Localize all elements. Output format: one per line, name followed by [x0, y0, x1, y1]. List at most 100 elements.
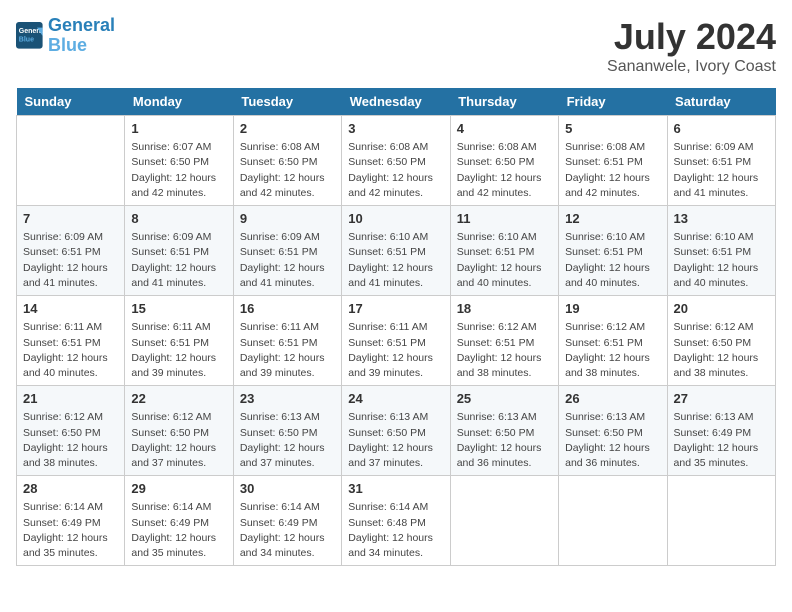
- calendar-cell: [17, 116, 125, 206]
- calendar-cell: 25 Sunrise: 6:13 AM Sunset: 6:50 PM Dayli…: [450, 386, 558, 476]
- week-row-3: 14 Sunrise: 6:11 AM Sunset: 6:51 PM Dayli…: [17, 296, 776, 386]
- week-row-1: 1 Sunrise: 6:07 AM Sunset: 6:50 PM Daylig…: [17, 116, 776, 206]
- day-info: Sunrise: 6:08 AM Sunset: 6:51 PM Dayligh…: [565, 140, 660, 201]
- logo-text: GeneralBlue: [48, 16, 115, 56]
- week-row-4: 21Sunrise: 6:12 AM Sunset: 6:50 PM Dayli…: [17, 386, 776, 476]
- calendar-cell: 5 Sunrise: 6:08 AM Sunset: 6:51 PM Daylig…: [559, 116, 667, 206]
- calendar-cell: 8 Sunrise: 6:09 AM Sunset: 6:51 PM Daylig…: [125, 206, 233, 296]
- day-info: Sunrise: 6:09 AM Sunset: 6:51 PM Dayligh…: [23, 230, 118, 291]
- day-number: 23: [240, 390, 335, 408]
- col-header-thursday: Thursday: [450, 88, 558, 116]
- day-number: 19: [565, 300, 660, 318]
- col-header-wednesday: Wednesday: [342, 88, 450, 116]
- title-block: July 2024 Sananwele, Ivory Coast: [607, 16, 776, 76]
- col-header-saturday: Saturday: [667, 88, 775, 116]
- day-number: 2: [240, 120, 335, 138]
- day-info: Sunrise: 6:13 AM Sunset: 6:50 PM Dayligh…: [240, 410, 335, 471]
- day-number: 18: [457, 300, 552, 318]
- logo-icon: General Blue: [16, 22, 44, 50]
- calendar-cell: 16Sunrise: 6:11 AM Sunset: 6:51 PM Dayli…: [233, 296, 341, 386]
- calendar-cell: 1 Sunrise: 6:07 AM Sunset: 6:50 PM Daylig…: [125, 116, 233, 206]
- day-number: 6: [674, 120, 769, 138]
- col-header-tuesday: Tuesday: [233, 88, 341, 116]
- svg-text:Blue: Blue: [19, 36, 34, 43]
- day-number: 30: [240, 480, 335, 498]
- day-info: Sunrise: 6:10 AM Sunset: 6:51 PM Dayligh…: [348, 230, 443, 291]
- day-number: 25: [457, 390, 552, 408]
- calendar-cell: 24 Sunrise: 6:13 AM Sunset: 6:50 PM Dayli…: [342, 386, 450, 476]
- day-number: 14: [23, 300, 118, 318]
- day-number: 29: [131, 480, 226, 498]
- calendar-cell: 26 Sunrise: 6:13 AM Sunset: 6:50 PM Dayli…: [559, 386, 667, 476]
- day-info: Sunrise: 6:14 AM Sunset: 6:49 PM Dayligh…: [131, 500, 226, 561]
- day-number: 31: [348, 480, 443, 498]
- calendar-cell: 12 Sunrise: 6:10 AM Sunset: 6:51 PM Dayli…: [559, 206, 667, 296]
- day-info: Sunrise: 6:10 AM Sunset: 6:51 PM Dayligh…: [674, 230, 769, 291]
- day-number: 20: [674, 300, 769, 318]
- calendar-cell: 20 Sunrise: 6:12 AM Sunset: 6:50 PM Dayli…: [667, 296, 775, 386]
- calendar-cell: 30 Sunrise: 6:14 AM Sunset: 6:49 PM Dayli…: [233, 476, 341, 566]
- day-info: Sunrise: 6:07 AM Sunset: 6:50 PM Dayligh…: [131, 140, 226, 201]
- calendar-cell: 19 Sunrise: 6:12 AM Sunset: 6:51 PM Dayli…: [559, 296, 667, 386]
- day-info: Sunrise: 6:13 AM Sunset: 6:50 PM Dayligh…: [457, 410, 552, 471]
- day-info: Sunrise: 6:08 AM Sunset: 6:50 PM Dayligh…: [240, 140, 335, 201]
- day-info: Sunrise: 6:08 AM Sunset: 6:50 PM Dayligh…: [457, 140, 552, 201]
- calendar-cell: 7 Sunrise: 6:09 AM Sunset: 6:51 PM Daylig…: [17, 206, 125, 296]
- day-info: Sunrise: 6:09 AM Sunset: 6:51 PM Dayligh…: [131, 230, 226, 291]
- day-number: 28: [23, 480, 118, 498]
- calendar-cell: 10 Sunrise: 6:10 AM Sunset: 6:51 PM Dayli…: [342, 206, 450, 296]
- calendar-cell: 15 Sunrise: 6:11 AM Sunset: 6:51 PM Dayli…: [125, 296, 233, 386]
- day-info: Sunrise: 6:14 AM Sunset: 6:49 PM Dayligh…: [240, 500, 335, 561]
- calendar-cell: 13 Sunrise: 6:10 AM Sunset: 6:51 PM Dayli…: [667, 206, 775, 296]
- day-info: Sunrise: 6:11 AM Sunset: 6:51 PM Dayligh…: [348, 320, 443, 381]
- day-number: 16: [240, 300, 335, 318]
- day-number: 10: [348, 210, 443, 228]
- day-number: 24: [348, 390, 443, 408]
- day-number: 9: [240, 210, 335, 228]
- day-info: Sunrise: 6:12 AM Sunset: 6:50 PM Dayligh…: [131, 410, 226, 471]
- day-info: Sunrise: 6:12 AM Sunset: 6:51 PM Dayligh…: [565, 320, 660, 381]
- calendar-cell: 28 Sunrise: 6:14 AM Sunset: 6:49 PM Dayli…: [17, 476, 125, 566]
- week-row-2: 7 Sunrise: 6:09 AM Sunset: 6:51 PM Daylig…: [17, 206, 776, 296]
- day-number: 27: [674, 390, 769, 408]
- day-info: Sunrise: 6:09 AM Sunset: 6:51 PM Dayligh…: [674, 140, 769, 201]
- day-number: 12: [565, 210, 660, 228]
- calendar-cell: 2 Sunrise: 6:08 AM Sunset: 6:50 PM Daylig…: [233, 116, 341, 206]
- day-info: Sunrise: 6:10 AM Sunset: 6:51 PM Dayligh…: [565, 230, 660, 291]
- day-number: 13: [674, 210, 769, 228]
- day-number: 5: [565, 120, 660, 138]
- day-info: Sunrise: 6:13 AM Sunset: 6:50 PM Dayligh…: [348, 410, 443, 471]
- page-header: General Blue GeneralBlue July 2024 Sanan…: [16, 16, 776, 76]
- logo: General Blue GeneralBlue: [16, 16, 115, 56]
- day-info: Sunrise: 6:11 AM Sunset: 6:51 PM Dayligh…: [131, 320, 226, 381]
- day-number: 26: [565, 390, 660, 408]
- day-number: 1: [131, 120, 226, 138]
- day-info: Sunrise: 6:14 AM Sunset: 6:49 PM Dayligh…: [23, 500, 118, 561]
- calendar-cell: 4 Sunrise: 6:08 AM Sunset: 6:50 PM Daylig…: [450, 116, 558, 206]
- col-header-monday: Monday: [125, 88, 233, 116]
- week-row-5: 28 Sunrise: 6:14 AM Sunset: 6:49 PM Dayli…: [17, 476, 776, 566]
- calendar-cell: [667, 476, 775, 566]
- day-info: Sunrise: 6:08 AM Sunset: 6:50 PM Dayligh…: [348, 140, 443, 201]
- day-number: 8: [131, 210, 226, 228]
- day-info: Sunrise: 6:13 AM Sunset: 6:50 PM Dayligh…: [565, 410, 660, 471]
- day-number: 22: [131, 390, 226, 408]
- month-title: July 2024: [607, 16, 776, 58]
- day-info: Sunrise: 6:09 AM Sunset: 6:51 PM Dayligh…: [240, 230, 335, 291]
- day-number: 4: [457, 120, 552, 138]
- day-info: Sunrise: 6:13 AM Sunset: 6:49 PM Dayligh…: [674, 410, 769, 471]
- calendar-cell: 29 Sunrise: 6:14 AM Sunset: 6:49 PM Dayli…: [125, 476, 233, 566]
- day-number: 11: [457, 210, 552, 228]
- calendar-cell: 3 Sunrise: 6:08 AM Sunset: 6:50 PM Daylig…: [342, 116, 450, 206]
- col-header-friday: Friday: [559, 88, 667, 116]
- calendar-cell: 14Sunrise: 6:11 AM Sunset: 6:51 PM Dayli…: [17, 296, 125, 386]
- day-number: 15: [131, 300, 226, 318]
- calendar-cell: 18 Sunrise: 6:12 AM Sunset: 6:51 PM Dayli…: [450, 296, 558, 386]
- day-number: 7: [23, 210, 118, 228]
- calendar-cell: 22 Sunrise: 6:12 AM Sunset: 6:50 PM Dayli…: [125, 386, 233, 476]
- calendar-cell: 27 Sunrise: 6:13 AM Sunset: 6:49 PM Dayli…: [667, 386, 775, 476]
- day-number: 3: [348, 120, 443, 138]
- day-info: Sunrise: 6:12 AM Sunset: 6:50 PM Dayligh…: [674, 320, 769, 381]
- day-info: Sunrise: 6:12 AM Sunset: 6:51 PM Dayligh…: [457, 320, 552, 381]
- calendar-cell: 11Sunrise: 6:10 AM Sunset: 6:51 PM Dayli…: [450, 206, 558, 296]
